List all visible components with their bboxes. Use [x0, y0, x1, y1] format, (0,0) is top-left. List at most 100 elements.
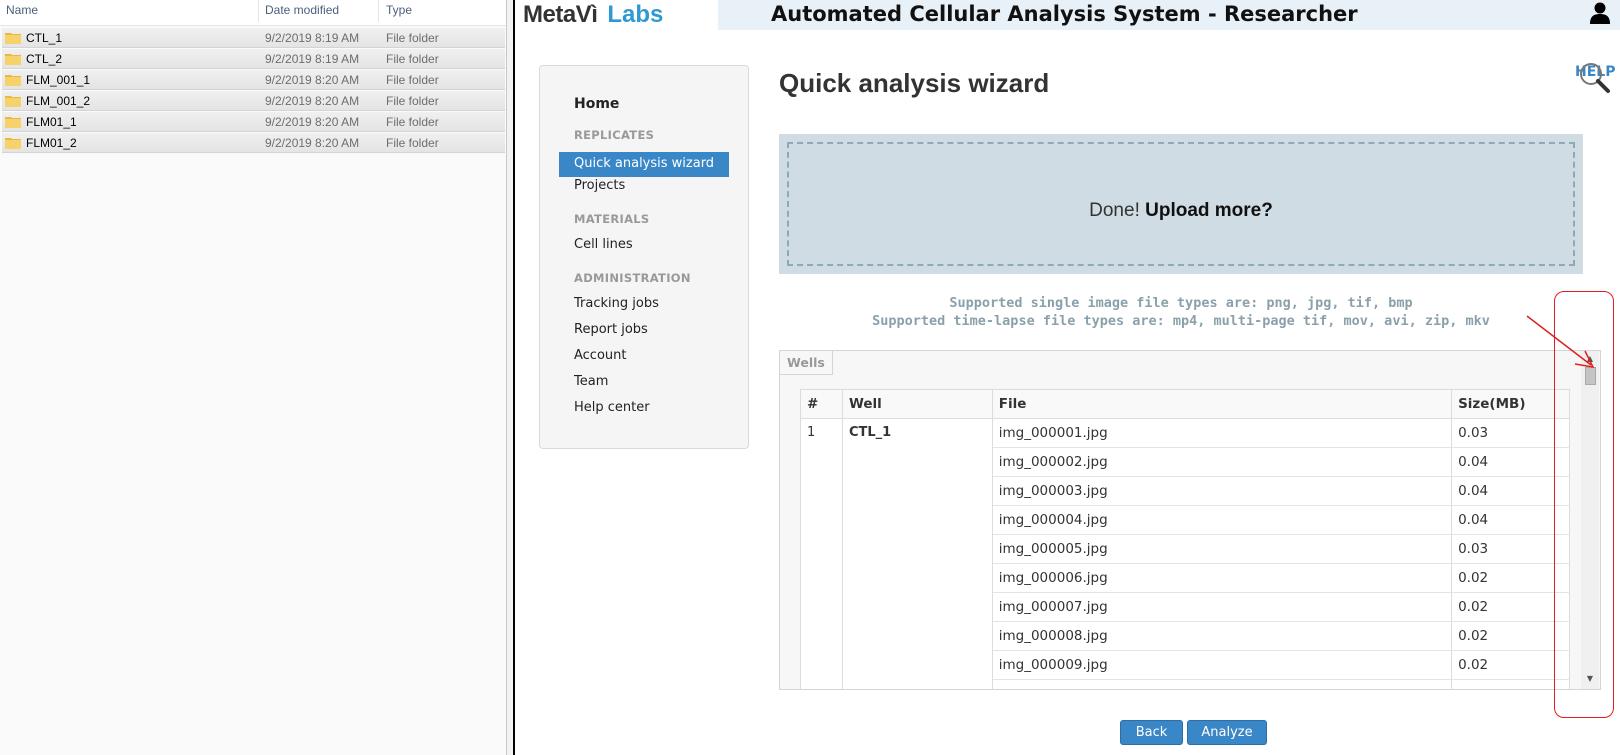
- column-header-size: Size(MB): [1451, 389, 1570, 419]
- folder-row[interactable]: FLM01_1 9/2/2019 8:20 AM File folder: [2, 112, 505, 132]
- user-icon[interactable]: [1588, 1, 1612, 25]
- folder-icon: [5, 117, 21, 128]
- sidebar-section-materials: MATERIALS: [574, 212, 650, 226]
- size-cell: 0.02: [1451, 563, 1570, 593]
- well-name-cell: CTL_1: [841, 418, 993, 689]
- size-cell: 0.03: [1451, 534, 1570, 564]
- folder-date: 9/2/2019 8:20 AM: [265, 115, 360, 129]
- help-button[interactable]: HELP: [1572, 60, 1615, 96]
- folder-type: File folder: [386, 136, 439, 150]
- file-cell: img_000003.jpg: [991, 476, 1453, 506]
- file-cell: img_000005.jpg: [991, 534, 1453, 564]
- sidebar-section-administration: ADMINISTRATION: [574, 271, 691, 285]
- folder-name: FLM_001_2: [26, 94, 91, 108]
- explorer-column-headers: Name Date modified Type: [0, 0, 506, 26]
- folder-icon: [5, 33, 21, 44]
- file-cell: img_000009.jpg: [991, 650, 1453, 680]
- folder-date: 9/2/2019 8:20 AM: [265, 94, 360, 108]
- well-number-cell: 1: [800, 418, 843, 689]
- file-cell: img_000001.jpg: [991, 418, 1453, 448]
- file-cell: img_000002.jpg: [991, 447, 1453, 477]
- folder-name: FLM_001_1: [26, 73, 91, 87]
- folder-date: 9/2/2019 8:20 AM: [265, 136, 360, 150]
- folder-type: File folder: [386, 94, 439, 108]
- column-header-name[interactable]: Name: [6, 3, 38, 17]
- file-explorer: Name Date modified Type CTL_1 9/2/2019 8…: [0, 0, 506, 755]
- folder-row[interactable]: FLM_001_1 9/2/2019 8:20 AM File folder: [2, 70, 505, 90]
- folder-name: CTL_2: [26, 52, 63, 66]
- pane-divider[interactable]: [506, 0, 515, 755]
- folder-row[interactable]: CTL_2 9/2/2019 8:19 AM File folder: [2, 49, 505, 69]
- sidebar-item-team[interactable]: Team: [574, 374, 608, 389]
- folder-name: CTL_1: [26, 31, 63, 45]
- folder-type: File folder: [386, 31, 439, 45]
- page-title: Quick analysis wizard: [779, 68, 1050, 98]
- file-cell: [991, 679, 1453, 689]
- sidebar-item-quick-analysis-wizard[interactable]: Quick analysis wizard: [559, 152, 729, 177]
- app-title-bar: Automated Cellular Analysis System - Res…: [718, 0, 1620, 30]
- wells-table: # Well File Size(MB) 1 CTL_1 img_000001.…: [800, 389, 1570, 689]
- column-header-type[interactable]: Type: [386, 3, 412, 17]
- folder-name: FLM01_2: [26, 136, 77, 150]
- sidebar-item-help-center[interactable]: Help center: [574, 400, 650, 415]
- sidebar-item-account[interactable]: Account: [574, 348, 627, 363]
- wells-panel: Wells # Well File Size(MB) 1 CTL_1 img_0…: [779, 350, 1601, 690]
- dropzone-message: Done! Upload more?: [789, 200, 1573, 222]
- sidebar-item-cell-lines[interactable]: Cell lines: [574, 237, 633, 252]
- file-cell: img_000004.jpg: [991, 505, 1453, 535]
- folder-row[interactable]: FLM01_2 9/2/2019 8:20 AM File folder: [2, 133, 505, 153]
- wells-legend: Wells: [780, 351, 833, 375]
- size-cell: 0.02: [1451, 621, 1570, 651]
- sidebar-item-label: Quick analysis wizard: [574, 156, 715, 171]
- upload-done-text: Done!: [1089, 200, 1140, 221]
- table-header-row: # Well File Size(MB): [800, 389, 1570, 419]
- supported-single-types: Supported single image file types are: p…: [949, 295, 1413, 311]
- sidebar-item-home[interactable]: Home: [574, 96, 619, 112]
- folder-row[interactable]: CTL_1 9/2/2019 8:19 AM File folder: [2, 28, 505, 48]
- folder-icon: [5, 138, 21, 149]
- sidebar-item-tracking-jobs[interactable]: Tracking jobs: [574, 296, 659, 311]
- upload-dropzone[interactable]: Done! Upload more?: [779, 134, 1583, 274]
- upload-more-link[interactable]: Upload more?: [1145, 200, 1273, 221]
- logo[interactable]: MetaVì Labs: [523, 1, 663, 29]
- folder-type: File folder: [386, 115, 439, 129]
- file-cell: img_000006.jpg: [991, 563, 1453, 593]
- size-cell: 0.02: [1451, 650, 1570, 680]
- size-cell: [1451, 679, 1570, 689]
- column-header-date-modified[interactable]: Date modified: [265, 3, 339, 17]
- folder-date: 9/2/2019 8:19 AM: [265, 52, 360, 66]
- back-button[interactable]: Back: [1120, 720, 1183, 745]
- folder-date: 9/2/2019 8:20 AM: [265, 73, 360, 87]
- file-cell: img_000008.jpg: [991, 621, 1453, 651]
- folder-date: 9/2/2019 8:19 AM: [265, 31, 360, 45]
- column-header-number: #: [800, 389, 843, 419]
- size-cell: 0.02: [1451, 592, 1570, 622]
- folder-icon: [5, 96, 21, 107]
- folder-icon: [5, 54, 21, 65]
- app-title: Automated Cellular Analysis System - Res…: [771, 2, 1358, 26]
- size-cell: 0.04: [1451, 447, 1570, 477]
- supported-timelapse-types: Supported time-lapse file types are: mp4…: [872, 313, 1490, 329]
- column-header-well: Well: [841, 389, 993, 419]
- column-header-file: File: [991, 389, 1453, 419]
- sidebar-nav: Home REPLICATES Quick analysis wizard Pr…: [539, 65, 749, 449]
- folder-row[interactable]: FLM_001_2 9/2/2019 8:20 AM File folder: [2, 91, 505, 111]
- size-cell: 0.04: [1451, 505, 1570, 535]
- folder-icon: [5, 75, 21, 86]
- folder-type: File folder: [386, 73, 439, 87]
- folder-name: FLM01_1: [26, 115, 77, 129]
- annotation-highlight-box: [1554, 291, 1614, 718]
- folder-type: File folder: [386, 52, 439, 66]
- analyze-button[interactable]: Analyze: [1187, 720, 1267, 745]
- logo-meta: MetaVì: [523, 1, 598, 28]
- table-row: 1 CTL_1 img_000001.jpg 0.03: [800, 418, 1570, 689]
- sidebar-item-report-jobs[interactable]: Report jobs: [574, 322, 648, 337]
- top-bar: MetaVì Labs Automated Cellular Analysis S…: [515, 0, 1620, 30]
- sidebar-section-replicates: REPLICATES: [574, 128, 655, 142]
- web-app: MetaVì Labs Automated Cellular Analysis S…: [515, 0, 1620, 755]
- size-cell: 0.04: [1451, 476, 1570, 506]
- sidebar-item-projects[interactable]: Projects: [574, 178, 625, 193]
- size-cell: 0.03: [1451, 418, 1570, 448]
- magnifier-icon: [1580, 63, 1610, 93]
- logo-labs: Labs: [607, 1, 664, 28]
